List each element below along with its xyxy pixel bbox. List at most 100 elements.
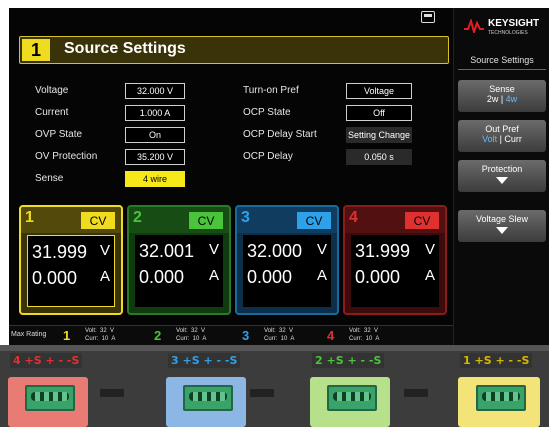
channel-number-badge: 1	[22, 39, 50, 61]
protection-softkey-label: Protection	[481, 164, 523, 174]
submenu-arrow-icon	[496, 177, 508, 184]
voltage-reading: 32.000 V	[243, 241, 331, 262]
left-setting-value-field-4[interactable]: 4 wire	[125, 171, 185, 187]
voltage-value: 31.999	[355, 241, 411, 261]
channel-2-panel[interactable]: 2 CV 32.001 V 0.000 A	[127, 205, 231, 315]
page-title: Source Settings	[64, 40, 186, 57]
out-pref-volt-option: Volt	[482, 134, 498, 144]
voltage-reading: 31.999 V	[351, 241, 439, 262]
instrument-front-panel: 1 Source Settings Voltage 32.000 V Current…	[0, 0, 549, 427]
left-setting-value-field-1[interactable]: 1.000 A	[125, 105, 185, 121]
sense-2w-option: 2w	[486, 94, 499, 104]
left-setting-value-field-2[interactable]: On	[125, 127, 185, 143]
right-setting-label-3: OCP Delay	[243, 151, 293, 162]
max-rating-label: Max Rating	[11, 331, 47, 338]
channel-number: 3	[241, 209, 250, 226]
source-settings-title-bar: 1 Source Settings	[19, 36, 449, 64]
current-unit: A	[316, 267, 327, 284]
channel-header: 4 CV	[345, 207, 445, 233]
right-setting-value-field-2[interactable]: Setting Change	[346, 127, 412, 143]
terminal-plug-icon	[476, 385, 526, 411]
max-rating-values: Volt: 32 V Curr: 10 A	[85, 328, 116, 342]
sense-4w-option: 4w	[505, 94, 518, 104]
panel-slot	[250, 389, 274, 397]
left-setting-value-field-3[interactable]: 35.200 V	[125, 149, 185, 165]
out-pref-curr-option: Curr	[504, 134, 522, 144]
cv-mode-badge: CV	[81, 212, 115, 229]
panel-slot	[404, 389, 428, 397]
cv-mode-badge: CV	[297, 212, 331, 229]
channel-readings: 32.000 V 0.000 A	[243, 235, 331, 307]
voltage-unit: V	[316, 241, 327, 258]
terminal-block-3[interactable]	[166, 377, 246, 427]
max-rating-values: Volt: 32 V Curr: 10 A	[176, 328, 207, 342]
voltage-unit: V	[99, 242, 110, 259]
channel-number: 2	[133, 209, 142, 226]
max-rating-channel-2: 2	[154, 328, 162, 343]
channel-4-panel[interactable]: 4 CV 31.999 V 0.000 A	[343, 205, 447, 315]
display-screen: 1 Source Settings Voltage 32.000 V Current…	[9, 8, 453, 346]
right-setting-label-2: OCP Delay Start	[243, 129, 317, 140]
right-setting-label-1: OCP State	[243, 107, 291, 118]
terminal-plug-icon	[25, 385, 75, 411]
right-setting-value-field-3[interactable]: 0.050 s	[346, 149, 412, 165]
storage-icon	[421, 11, 435, 23]
max-rating-values: Volt: 32 V Curr: 10 A	[264, 328, 295, 342]
voltage-slew-softkey[interactable]: Voltage Slew	[458, 210, 546, 242]
left-setting-value-field-0[interactable]: 32.000 V	[125, 83, 185, 99]
cv-mode-badge: CV	[189, 212, 223, 229]
voltage-unit: V	[424, 241, 435, 258]
right-setting-label-0: Turn-on Pref	[243, 85, 299, 96]
voltage-unit: V	[208, 241, 219, 258]
connector-label-4: 4 +S + - -S	[10, 353, 83, 368]
connector-label-2: 2 +S + - -S	[312, 353, 385, 368]
channel-header: 1 CV	[21, 207, 121, 233]
current-value: 0.000	[139, 267, 185, 287]
menu-title: Source Settings	[458, 51, 546, 70]
left-setting-label-4: Sense	[35, 173, 64, 184]
left-setting-label-0: Voltage	[35, 85, 69, 96]
right-setting-value-field-1[interactable]: Off	[346, 105, 412, 121]
connector-label-3: 3 +S + - -S	[168, 353, 241, 368]
current-reading: 0.000 A	[28, 268, 114, 289]
current-reading: 0.000 A	[135, 267, 223, 288]
max-rating-strip: Max Rating 1 Volt: 32 V Curr: 10 A 2 Volt: …	[9, 325, 453, 346]
terminal-block-2[interactable]	[310, 377, 390, 427]
voltage-reading: 32.001 V	[135, 241, 223, 262]
max-rating-channel-4: 4	[327, 328, 335, 343]
current-reading: 0.000 A	[351, 267, 439, 288]
out-pref-softkey[interactable]: Out Pref Volt | Curr	[458, 120, 546, 152]
voltage-value: 32.001	[139, 241, 195, 261]
submenu-arrow-icon	[496, 227, 508, 234]
rear-connector-bezel: 4 +S + - -S 3 +S + - -S 2 +S + - -S 1 +S + …	[0, 345, 549, 427]
terminal-block-4[interactable]	[8, 377, 88, 427]
channel-1-panel[interactable]: 1 CV 31.999 V 0.000 A	[19, 205, 123, 315]
channel-header: 2 CV	[129, 207, 229, 233]
voltage-slew-softkey-label: Voltage Slew	[475, 214, 529, 224]
channel-readings: 32.001 V 0.000 A	[135, 235, 223, 307]
current-value: 0.000	[247, 267, 293, 287]
connector-label-1: 1 +S + - -S	[460, 353, 533, 368]
channel-3-panel[interactable]: 3 CV 32.000 V 0.000 A	[235, 205, 339, 315]
current-unit: A	[424, 267, 435, 284]
left-setting-label-3: OV Protection	[35, 151, 98, 162]
max-rating-channel-3: 3	[242, 328, 250, 343]
sense-softkey[interactable]: Sense 2w | 4w	[458, 80, 546, 112]
current-value: 0.000	[32, 268, 78, 288]
channel-header: 3 CV	[237, 207, 337, 233]
voltage-value: 32.000	[247, 241, 303, 261]
left-setting-label-1: Current	[35, 107, 69, 118]
status-row	[9, 8, 453, 28]
channel-number: 1	[25, 209, 34, 226]
keysight-logo: KEYSIGHT TECHNOLOGIES	[464, 14, 544, 42]
sense-softkey-label: Sense	[489, 84, 515, 94]
right-setting-value-field-0[interactable]: Voltage	[346, 83, 412, 99]
cv-mode-badge: CV	[405, 212, 439, 229]
terminal-block-1[interactable]	[458, 377, 540, 427]
left-setting-label-2: OVP State	[35, 129, 83, 140]
panel-slot	[100, 389, 124, 397]
channel-readings: 31.999 V 0.000 A	[27, 235, 115, 307]
protection-softkey[interactable]: Protection	[458, 160, 546, 192]
current-value: 0.000	[355, 267, 401, 287]
softkey-sidebar: KEYSIGHT TECHNOLOGIES Source Settings Se…	[453, 8, 549, 345]
